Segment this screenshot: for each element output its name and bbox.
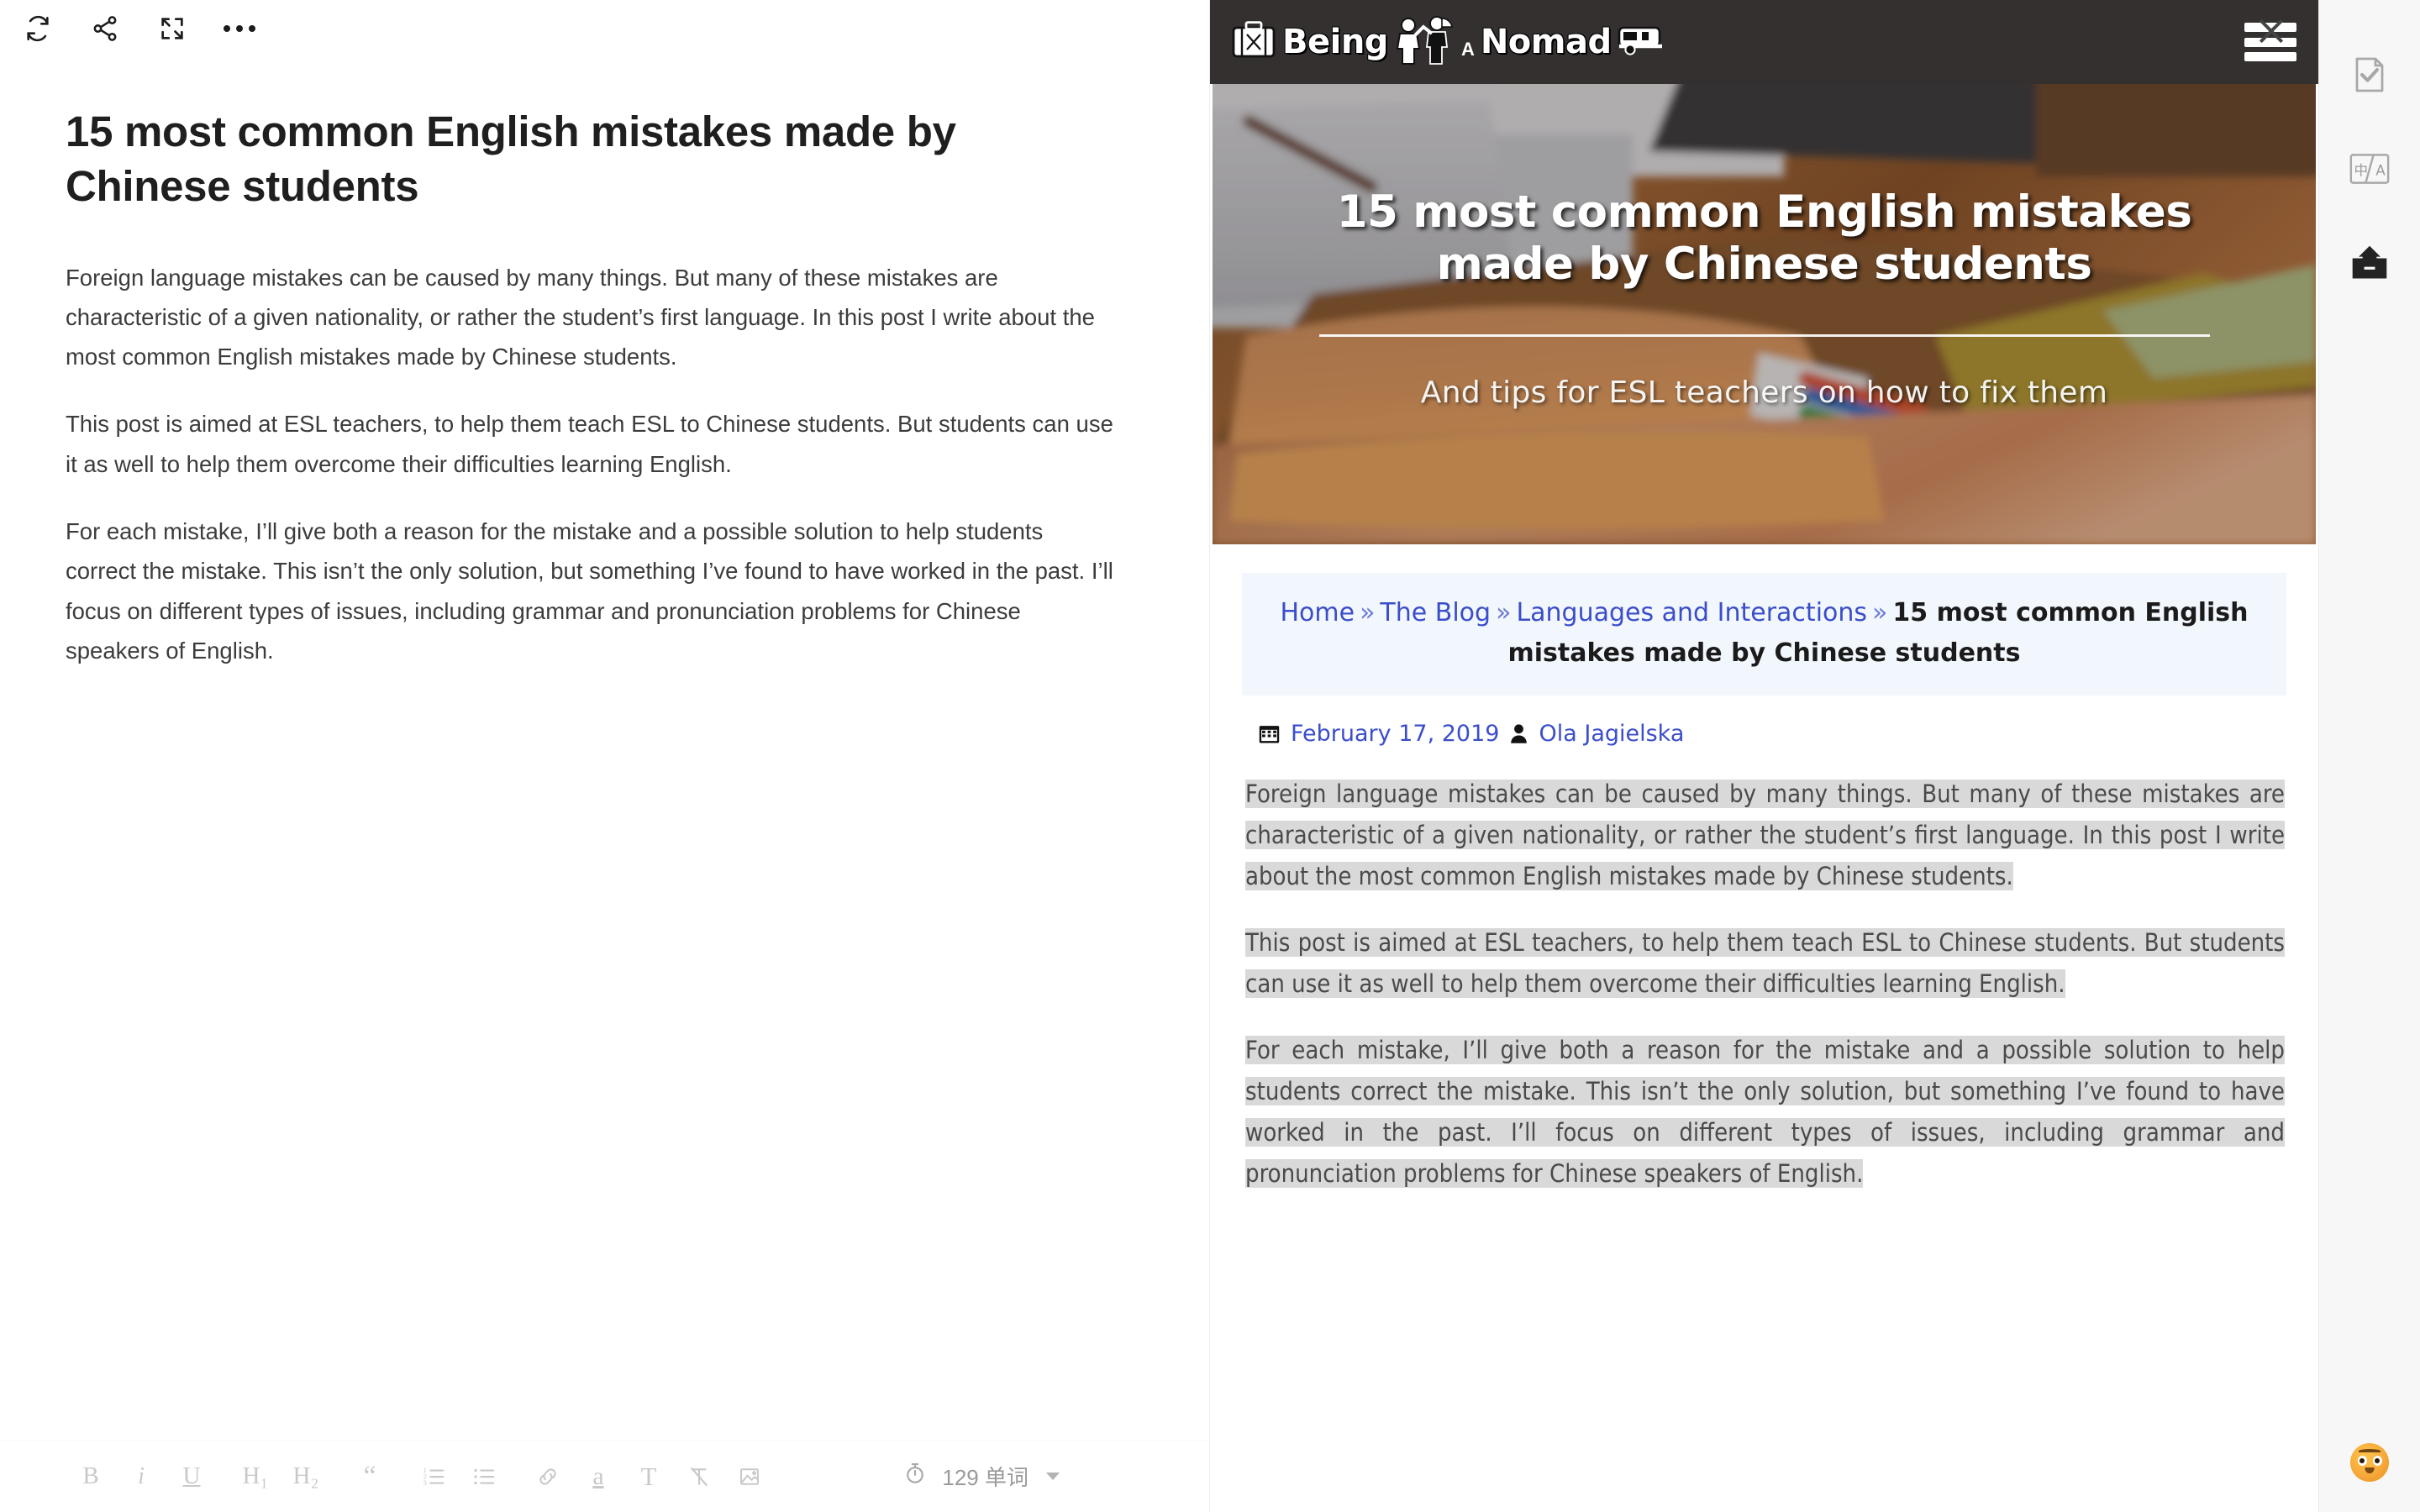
timer-icon [902,1461,928,1492]
format-buttons: B i U H₁ H₂ “ 1 2 3 a T [66,1452,775,1502]
chevron-down-icon[interactable] [1046,1473,1060,1480]
document-paragraph[interactable]: This post is aimed at ESL teachers, to h… [66,404,1116,484]
heading2-button[interactable]: H₂ [281,1452,331,1502]
site-logo[interactable]: Being A Nomad [1230,15,1665,70]
fullscreen-icon[interactable] [153,9,192,48]
logo-word-a: A [1460,39,1475,60]
format-divider [217,1452,230,1502]
post-paragraph[interactable]: For each mistake, I’ll give both a reaso… [1244,1030,2286,1194]
menu-toggle-icon[interactable] [2244,20,2296,64]
editor-pane: 15 most common English mistakes made by … [0,0,1210,1512]
post-author[interactable]: Ola Jagielska [1539,721,1684,747]
clip-note-check-icon[interactable] [2344,49,2396,101]
format-divider [509,1452,523,1502]
selected-text: For each mistake, I’ll give both a reaso… [1245,1036,2285,1188]
calendar-icon [1259,723,1280,744]
bullet-list-icon[interactable] [459,1452,509,1502]
caravan-icon [1617,23,1665,62]
clear-format-icon[interactable] [674,1452,724,1502]
suitcase-icon [1230,19,1277,66]
text-color-button[interactable]: T [623,1452,674,1502]
format-divider [395,1452,408,1502]
underline-button[interactable]: U [166,1452,217,1502]
app-root: 15 most common English mistakes made by … [0,0,2420,1512]
post-body[interactable]: Foreign language mistakes can be caused … [1242,774,2286,1194]
logo-word-being: Being [1282,23,1388,61]
avatar-brows [2359,1449,2381,1453]
two-figures-icon [1393,15,1455,70]
breadcrumb-item-home[interactable]: Home [1280,598,1355,627]
post-meta: February 17, 2019 Ola Jagielska [1242,721,2286,747]
blockquote-button[interactable]: “ [345,1452,395,1502]
hero-text-block: 15 most common English mistakes made by … [1213,186,2316,410]
selected-text: This post is aimed at ESL teachers, to h… [1245,928,2285,998]
post-paragraph[interactable]: Foreign language mistakes can be caused … [1244,774,2286,897]
svg-text:3: 3 [424,1478,428,1487]
hero-banner: 15 most common English mistakes made by … [1213,84,2316,544]
web-preview-pane: Being A Nomad 15 most common English mis… [1210,0,2319,1512]
heading1-button[interactable]: H₁ [230,1452,281,1502]
site-header: Being A Nomad [1210,0,2318,84]
italic-button[interactable]: i [116,1452,166,1502]
editor-format-bar: B i U H₁ H₂ “ 1 2 3 a T 129 单词 [0,1440,1209,1512]
editor-toolbar [0,0,1209,57]
breadcrumb: Home» The Blog» Languages and Interactions… [1242,573,2286,696]
translate-icon[interactable]: 中 A [2344,143,2396,195]
more-options-icon[interactable] [220,9,259,48]
person-icon [1510,723,1528,744]
svg-text:A: A [2375,162,2386,178]
avatar[interactable] [2350,1443,2389,1482]
share-icon[interactable] [86,9,124,48]
word-count-label: 129 单词 [942,1465,1028,1490]
web-article: Home» The Blog» Languages and Interactions… [1210,573,2318,1194]
hero-subtitle: And tips for ESL teachers on how to fix … [1420,375,2108,410]
breadcrumb-separator: » [1360,598,1376,627]
logo-word-nomad: Nomad [1480,23,1612,61]
format-divider [331,1452,345,1502]
editor-document[interactable]: 15 most common English mistakes made by … [0,57,1209,1440]
refresh-icon[interactable] [18,9,57,48]
ordered-list-icon[interactable]: 1 2 3 [408,1452,459,1502]
avatar-eyes [2357,1456,2382,1466]
link-icon[interactable] [523,1452,573,1502]
inbox-icon[interactable] [2344,237,2396,289]
hero-title: 15 most common English mistakes made by … [1336,186,2192,290]
hero-divider [1318,334,2210,337]
document-paragraph[interactable]: For each mistake, I’ll give both a reaso… [66,512,1116,670]
breadcrumb-separator: » [1496,598,1512,627]
bold-button[interactable]: B [66,1452,116,1502]
right-sidebar: 中 A [2319,0,2420,1512]
document-title[interactable]: 15 most common English mistakes made by … [66,104,1099,214]
breadcrumb-item-the-blog[interactable]: The Blog [1380,598,1491,627]
selected-text: Foreign language mistakes can be caused … [1245,780,2285,890]
post-date[interactable]: February 17, 2019 [1291,721,1499,747]
avatar-mouth [2365,1467,2375,1473]
svg-text:中: 中 [2354,162,2369,178]
document-paragraph[interactable]: Foreign language mistakes can be caused … [66,258,1116,377]
highlight-button[interactable]: a [573,1452,623,1502]
word-count-control[interactable]: 129 单词 [902,1461,1160,1492]
breadcrumb-item-languages-and-interactions[interactable]: Languages and Interactions [1516,598,1867,627]
insert-image-icon[interactable] [724,1452,775,1502]
breadcrumb-separator: » [1872,598,1888,627]
post-paragraph[interactable]: This post is aimed at ESL teachers, to h… [1244,922,2286,1005]
